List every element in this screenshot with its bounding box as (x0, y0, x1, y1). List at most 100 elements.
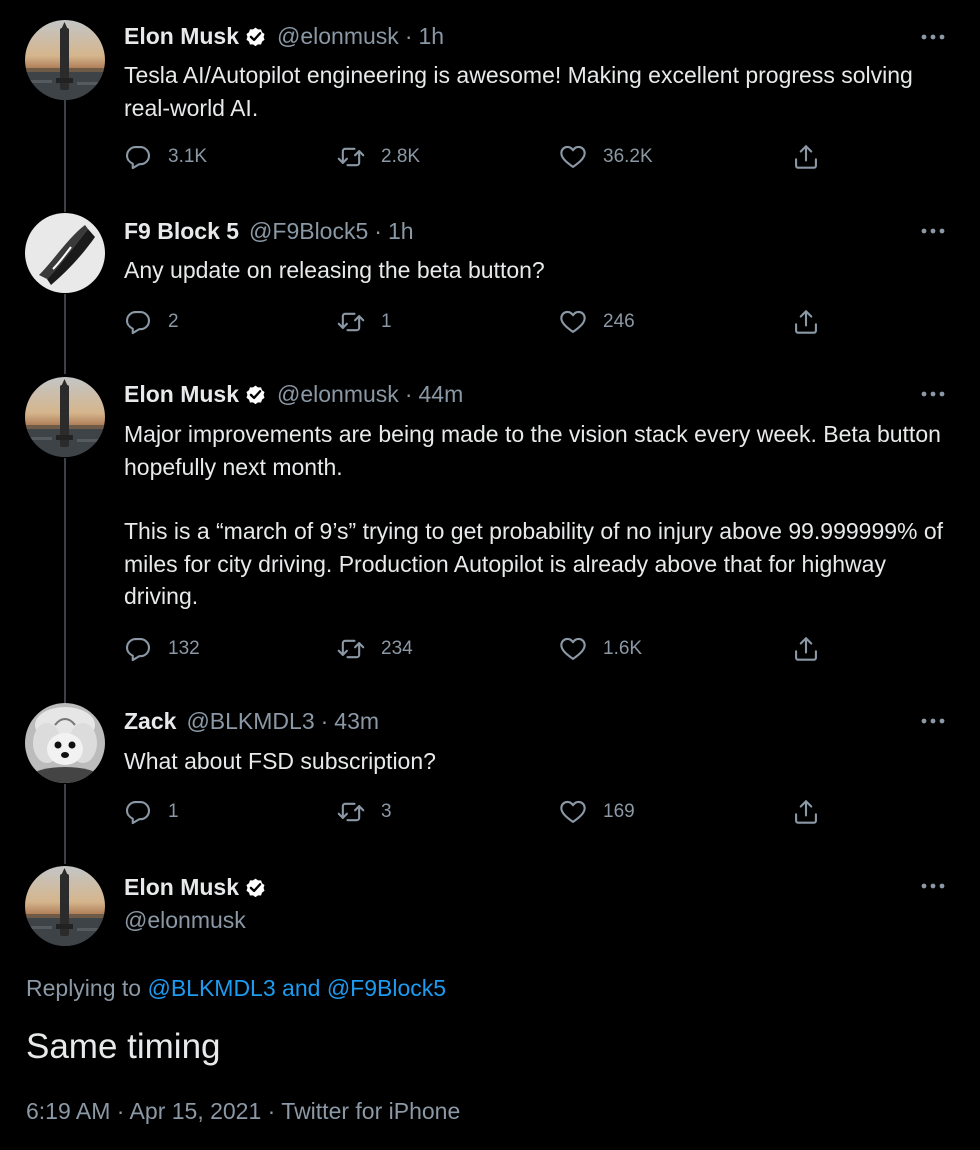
thread-line (64, 784, 66, 864)
reply-count: 132 (168, 638, 200, 659)
retweet-button[interactable]: 3 (337, 798, 392, 826)
thread-line (64, 458, 66, 703)
verified-badge-icon (244, 876, 267, 899)
reply-icon (124, 798, 152, 826)
tweet-header: Elon Musk @elonmusk (124, 873, 267, 934)
avatar[interactable] (25, 703, 105, 783)
reply-button[interactable]: 132 (124, 635, 200, 663)
tweet-time[interactable]: 44m (418, 380, 463, 408)
retweet-count: 1 (381, 311, 392, 332)
verified-badge-icon (244, 383, 267, 406)
avatar[interactable] (25, 213, 105, 293)
separator-dot: · (404, 23, 413, 49)
tweet-time[interactable]: 1h (388, 217, 414, 245)
retweet-button[interactable]: 1 (337, 308, 392, 336)
author-handle[interactable]: @elonmusk (124, 906, 246, 934)
thread-line (64, 100, 66, 212)
more-icon[interactable] (920, 389, 946, 399)
like-count: 169 (603, 801, 635, 822)
more-icon[interactable] (920, 226, 946, 236)
retweet-button[interactable]: 2.8K (337, 143, 420, 171)
thread-line (64, 294, 66, 374)
like-count: 246 (603, 311, 635, 332)
like-button[interactable]: 1.6K (559, 635, 642, 663)
author-handle[interactable]: @BLKMDL3 (186, 707, 314, 735)
share-button[interactable] (792, 798, 820, 826)
share-button[interactable] (792, 635, 820, 663)
like-button[interactable]: 36.2K (559, 143, 653, 171)
like-button[interactable]: 246 (559, 308, 635, 336)
main-tweet-text: Same timing (26, 1027, 221, 1066)
tweet-actions: 132 234 1.6K (124, 635, 844, 665)
author-handle[interactable]: @elonmusk (277, 380, 399, 408)
separator-dot: · (374, 218, 382, 244)
mention-blkmdl3[interactable]: @BLKMDL3 (147, 975, 275, 1001)
tweet-actions: 1 3 169 (124, 798, 844, 828)
author-name[interactable]: Elon Musk (124, 22, 239, 50)
retweet-icon (337, 308, 365, 336)
like-button[interactable]: 169 (559, 798, 635, 826)
tweet-text: Major improvements are being made to the… (124, 418, 954, 613)
tweet-text: Any update on releasing the beta button? (124, 254, 954, 287)
tweet-actions: 2 1 246 (124, 308, 844, 338)
reply-icon (124, 635, 152, 663)
author-name[interactable]: Elon Musk (124, 380, 239, 408)
retweet-icon (337, 635, 365, 663)
author-name[interactable]: F9 Block 5 (124, 217, 239, 245)
replying-to: Replying to @BLKMDL3 and @F9Block5 (26, 975, 446, 1002)
author-handle[interactable]: @elonmusk (277, 22, 399, 50)
author-name[interactable]: Zack (124, 707, 176, 735)
tweet-header: Elon Musk @elonmusk · 1h (124, 22, 444, 50)
heart-icon (559, 798, 587, 826)
share-icon (792, 143, 820, 171)
share-icon (792, 798, 820, 826)
reply-icon (124, 308, 152, 336)
author-name-row: Elon Musk (124, 873, 267, 901)
heart-icon (559, 635, 587, 663)
share-icon (792, 308, 820, 336)
more-icon[interactable] (920, 716, 946, 726)
avatar[interactable] (25, 866, 105, 946)
avatar[interactable] (25, 377, 105, 457)
share-button[interactable] (792, 143, 820, 171)
share-button[interactable] (792, 308, 820, 336)
retweet-count: 3 (381, 801, 392, 822)
retweet-button[interactable]: 234 (337, 635, 413, 663)
retweet-count: 2.8K (381, 146, 421, 167)
reply-count: 1 (168, 801, 179, 822)
tweet-header: Zack @BLKMDL3 · 43m (124, 707, 379, 735)
separator-dot: · (404, 381, 413, 407)
mention-f9block5[interactable]: @F9Block5 (327, 975, 446, 1001)
reply-button[interactable]: 1 (124, 798, 179, 826)
reply-count: 2 (168, 311, 179, 332)
tweet-text: Tesla AI/Autopilot engineering is awesom… (124, 59, 954, 124)
heart-icon (559, 308, 587, 336)
reply-button[interactable]: 2 (124, 308, 179, 336)
verified-badge-icon (244, 25, 267, 48)
tweet-paragraph: What about FSD subscription? (124, 748, 436, 774)
tweet-time[interactable]: 1h (418, 22, 444, 50)
more-icon[interactable] (920, 32, 946, 42)
author-handle[interactable]: @F9Block5 (249, 217, 368, 245)
tweet-paragraph: Any update on releasing the beta button? (124, 257, 545, 283)
like-count: 1.6K (603, 638, 643, 659)
more-icon[interactable] (920, 881, 946, 891)
tweet-time[interactable]: 43m (334, 707, 379, 735)
share-icon (792, 635, 820, 663)
retweet-icon (337, 143, 365, 171)
reply-mention-link[interactable]: @BLKMDL3 and @F9Block5 (147, 975, 446, 1001)
like-count: 36.2K (603, 146, 653, 167)
avatar[interactable] (25, 20, 105, 100)
tweet-header: F9 Block 5 @F9Block5 · 1h (124, 217, 414, 245)
tweet-paragraph: Major improvements are being made to the… (124, 421, 941, 480)
tweet-paragraph: This is a “march of 9’s” trying to get p… (124, 518, 944, 609)
heart-icon (559, 143, 587, 171)
tweet-text: What about FSD subscription? (124, 745, 954, 778)
tweet-metadata[interactable]: 6:19 AM · Apr 15, 2021 · Twitter for iPh… (26, 1098, 460, 1125)
reply-button[interactable]: 3.1K (124, 143, 207, 171)
tweet-actions: 3.1K 2.8K 36.2K (124, 143, 844, 173)
author-name[interactable]: Elon Musk (124, 873, 239, 901)
reply-count: 3.1K (168, 146, 208, 167)
tweet-header: Elon Musk @elonmusk · 44m (124, 380, 463, 408)
separator-dot: · (320, 708, 329, 734)
